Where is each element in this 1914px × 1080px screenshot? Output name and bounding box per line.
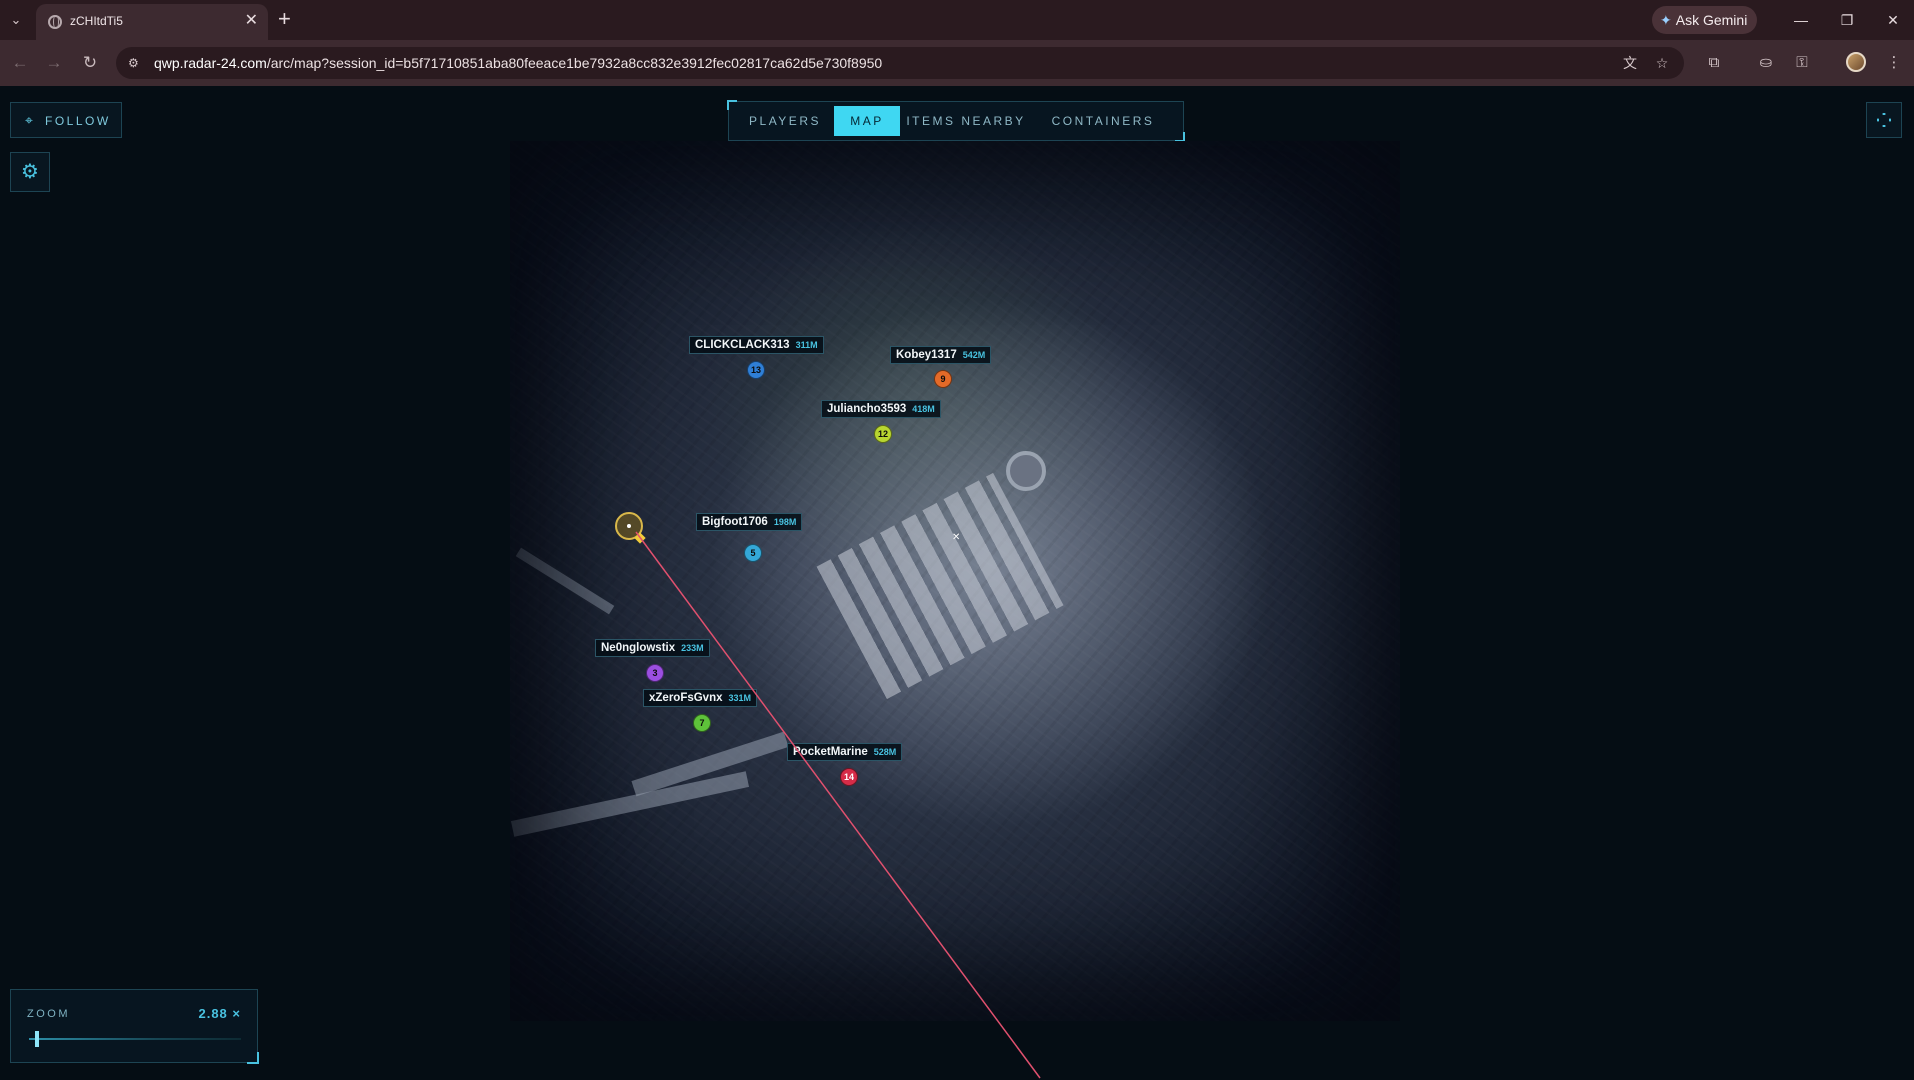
view-tabs: PLAYERS MAP ITEMS NEARBY CONTAINERS [727,100,1185,142]
terrain-texture [510,141,1400,1021]
player-marker[interactable]: 14 [840,768,858,786]
player-marker[interactable]: 5 [744,544,762,562]
forward-arrow-icon[interactable]: → [42,51,66,75]
follow-button[interactable]: ⌖ FOLLOW [10,102,122,138]
restore-icon[interactable]: ❐ [1832,8,1862,32]
player-marker[interactable]: 9 [934,370,952,388]
radar-app: ⌖ FOLLOW ⚙ PLAYERS MAP ITEMS NEARBY CONTA… [0,86,1914,1080]
minimize-icon[interactable]: — [1786,8,1816,32]
profile-avatar[interactable] [1846,52,1866,72]
tab-map[interactable]: MAP [834,106,900,136]
player-marker[interactable]: 7 [693,714,711,732]
player-marker[interactable]: 3 [646,664,664,682]
zoom-slider-thumb[interactable] [35,1031,40,1047]
browser-tab[interactable]: zCHItdTi5 ✕ [36,4,268,40]
tab-title: zCHItdTi5 [70,14,123,28]
player-label[interactable]: Kobey1317 542M [890,346,992,364]
bookmark-star-icon[interactable]: ☆ [1652,53,1672,73]
url-text: qwp.radar-24.com/arc/map?session_id=b5f7… [154,55,883,71]
back-arrow-icon[interactable]: ← [8,51,32,75]
zoom-value: 2.88 × [198,1006,241,1021]
more-menu-icon[interactable]: ⋮ [1882,51,1906,75]
facility-compound [816,472,1064,700]
translate-icon[interactable]: 文 [1620,53,1640,73]
player-label[interactable]: PocketMarine 528M [787,743,903,761]
follow-label: FOLLOW [45,114,111,128]
player-label[interactable]: Juliancho3593 418M [821,400,941,418]
globe-icon [48,15,62,29]
ask-gemini-label: Ask Gemini [1675,12,1748,28]
tab-players[interactable]: PLAYERS [737,106,833,136]
password-key-icon[interactable]: ⚿ [1790,51,1814,75]
zoom-label: ZOOM [27,1008,70,1020]
close-window-icon[interactable]: ✕ [1878,8,1908,32]
browser-toolbar: ← → ↻ ⚙ qwp.radar-24.com/arc/map?session… [0,40,1914,86]
zoom-panel: ZOOM 2.88 × [10,989,259,1064]
browser-tab-strip: ⌄ zCHItdTi5 ✕ + ✦ Ask Gemini — ❐ ✕ [0,0,1914,40]
crosshair-icon: ⌖ [25,112,36,128]
road [631,731,789,797]
reload-icon[interactable]: ↻ [78,51,102,75]
tab-items-nearby[interactable]: ITEMS NEARBY [901,106,1031,136]
fullscreen-icon [1877,113,1891,127]
silo-structure [1006,451,1046,491]
player-marker[interactable]: 12 [874,425,892,443]
tab-containers[interactable]: CONTAINERS [1033,106,1173,136]
self-position-marker [615,512,646,544]
fullscreen-button[interactable] [1866,102,1902,138]
extensions-puzzle-icon[interactable]: ⧉ [1702,51,1726,75]
zoom-slider-track[interactable] [29,1038,241,1040]
player-label[interactable]: xZeroFsGvnx 331M [643,689,758,707]
player-label[interactable]: CLICKCLACK313 311M [689,336,824,354]
waypoint-cross-icon: ✕ [952,532,961,543]
tab-search-chevron-icon[interactable]: ⌄ [4,8,28,32]
incognito-icon[interactable]: ⛀ [1754,51,1778,75]
player-label[interactable]: Ne0nglowstix 233M [595,639,710,657]
close-tab-icon[interactable]: ✕ [245,12,258,30]
new-tab-button[interactable]: + [278,7,291,31]
settings-gear-icon[interactable]: ⚙ [10,152,50,192]
gemini-sparkle-icon: ✦ [1660,12,1672,28]
road [510,771,750,837]
road [515,547,615,615]
address-bar[interactable]: ⚙ qwp.radar-24.com/arc/map?session_id=b5… [116,47,1684,79]
player-label[interactable]: Bigfoot1706 198M [696,513,803,531]
ask-gemini-button[interactable]: ✦ Ask Gemini [1652,6,1758,34]
site-info-icon[interactable]: ⚙ [128,55,144,71]
map-canvas[interactable] [510,141,1400,1021]
player-marker[interactable]: 13 [747,361,765,379]
